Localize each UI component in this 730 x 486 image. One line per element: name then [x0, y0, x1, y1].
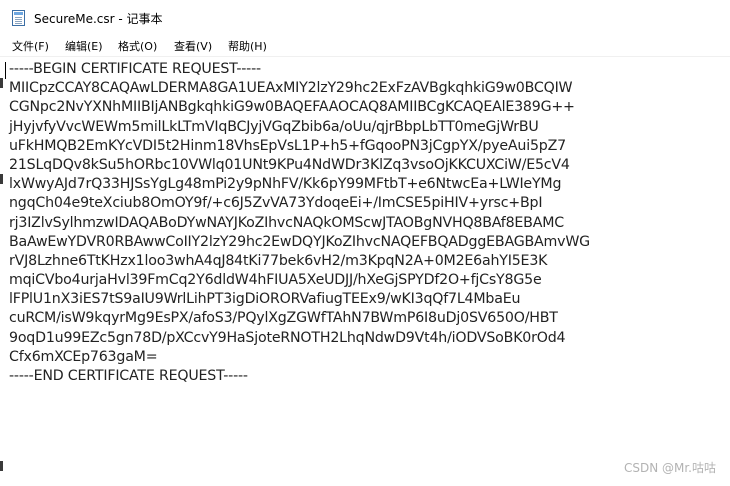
window-title: SecureMe.csr - 记事本: [34, 12, 163, 26]
text-line: BaAwEwYDVR0RBAwwCoIIY2lzY29hc2EwDQYJKoZI…: [9, 233, 590, 250]
scroll-artifact: [0, 78, 3, 88]
text-line: MIICpzCCAY8CAQAwLDERMA8GA1UEAxMIY2lzY29h…: [9, 80, 573, 97]
notepad-window: SecureMe.csr - 记事本 文件(F) 编辑(E) 格式(O) 查看(…: [0, 0, 730, 486]
menu-format[interactable]: 格式(O): [118, 38, 157, 54]
text-line: CGNpc2NvYXNhMIIBIjANBgkqhkiG9w0BAQEFAAOC…: [9, 99, 575, 116]
menu-help[interactable]: 帮助(H): [228, 38, 267, 54]
text-line: -----END CERTIFICATE REQUEST-----: [9, 368, 248, 384]
text-line: cuRCM/isW9kqyrMg9EsPX/afoS3/PQylXgZGWfTA…: [9, 310, 558, 327]
document-text: -----BEGIN CERTIFICATE REQUEST----- MIIC…: [9, 60, 590, 386]
menu-file[interactable]: 文件(F): [12, 38, 49, 54]
text-line: lFPlU1nX3iES7tS9aIU9WrlLihPT3igDiORORVaf…: [9, 291, 521, 308]
text-line: rj3IZlvSylhmzwIDAQABoDYwNAYJKoZIhvcNAQkO…: [9, 214, 564, 231]
text-line: Cfx6mXCEp763gaM=: [9, 348, 158, 365]
text-line: 21SLqDQv8kSu5hORbc10VWlq01UNt9KPu4NdWDr3…: [9, 156, 570, 173]
text-line: uFkHMQB2EmKYcVDI5t2Hinm18VhsEpVsL1P+h5+f…: [9, 137, 566, 154]
notepad-icon: [12, 10, 25, 26]
text-line: jHyjvfyVvcWEWm5milLkLTmVIqBCJyjVGqZbib6a…: [9, 118, 539, 135]
menu-edit[interactable]: 编辑(E): [65, 38, 103, 54]
text-line: -----BEGIN CERTIFICATE REQUEST-----: [9, 61, 261, 77]
text-line: rVJ8Lzhne6TtKHzx1loo3whA4qJ84tKi77bek6vH…: [9, 252, 548, 269]
text-editor[interactable]: -----BEGIN CERTIFICATE REQUEST----- MIIC…: [0, 56, 730, 486]
scroll-artifact: [0, 461, 3, 471]
menu-view[interactable]: 查看(V): [174, 38, 212, 54]
text-line: 9oqD1u99EZc5gn78D/pXCcvY9HaSjoteRNOTH2Lh…: [9, 329, 566, 346]
text-line: ngqCh04e9teXciub8OmOY9f/+c6J5ZvVA73Ydoqe…: [9, 195, 543, 212]
text-line: lxWwyAJd7rQ33HJSsYgLg48mPi2y9pNhFV/Kk6pY…: [9, 176, 562, 193]
menu-bar: 文件(F) 编辑(E) 格式(O) 查看(V) 帮助(H): [0, 34, 730, 56]
title-bar[interactable]: SecureMe.csr - 记事本: [0, 0, 730, 34]
text-caret: [5, 62, 6, 79]
watermark: CSDN @Mr.咕咕: [623, 461, 716, 475]
scroll-artifact: [0, 174, 3, 184]
text-line: mqiCVbo4urjaHvl39FmCq2Y6dldW4hFIUA5XeUDJ…: [9, 272, 542, 289]
